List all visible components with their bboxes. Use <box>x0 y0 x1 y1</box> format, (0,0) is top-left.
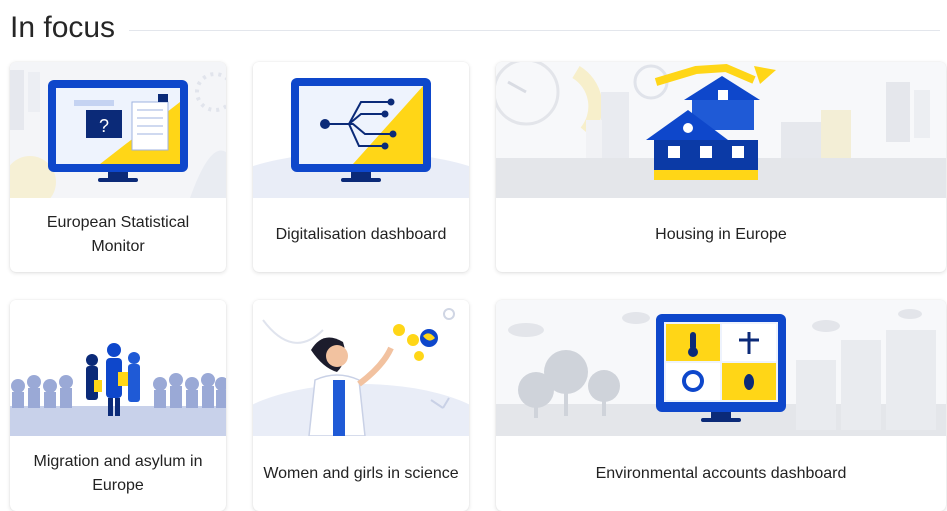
scientist-woman-icon <box>253 300 469 436</box>
card-migration-and-asylum-in-europe[interactable]: Migration and asylum in Europe <box>10 300 226 511</box>
card-housing-in-europe[interactable]: Housing in Europe <box>496 62 946 272</box>
card-digitalisation-dashboard[interactable]: Digitalisation dashboard <box>253 62 469 272</box>
section-header: In focus <box>10 10 940 46</box>
card-label: European Statistical Monitor <box>46 214 190 255</box>
card-european-statistical-monitor[interactable]: ? European Statistical Monitor <box>10 62 226 272</box>
environment-monitor-icon <box>496 300 946 436</box>
section-title: In focus <box>10 11 116 44</box>
svg-text:?: ? <box>99 116 109 136</box>
digital-network-monitor-icon <box>253 62 469 198</box>
card-label: Housing in Europe <box>655 226 787 243</box>
card-label: Environmental accounts dashboard <box>595 464 847 482</box>
people-crowd-icon <box>10 300 226 436</box>
statistics-monitor-icon: ? <box>10 62 226 198</box>
card-women-and-girls-in-science[interactable]: Women and girls in science <box>253 300 469 511</box>
house-icon <box>496 62 946 198</box>
section-divider <box>129 29 940 31</box>
card-label: Digitalisation dashboard <box>275 226 447 243</box>
card-label: Women and girls in science <box>263 464 459 482</box>
card-label: Migration and asylum in Europe <box>33 452 203 494</box>
card-environmental-accounts-dashboard[interactable]: Environmental accounts dashboard <box>496 300 946 511</box>
